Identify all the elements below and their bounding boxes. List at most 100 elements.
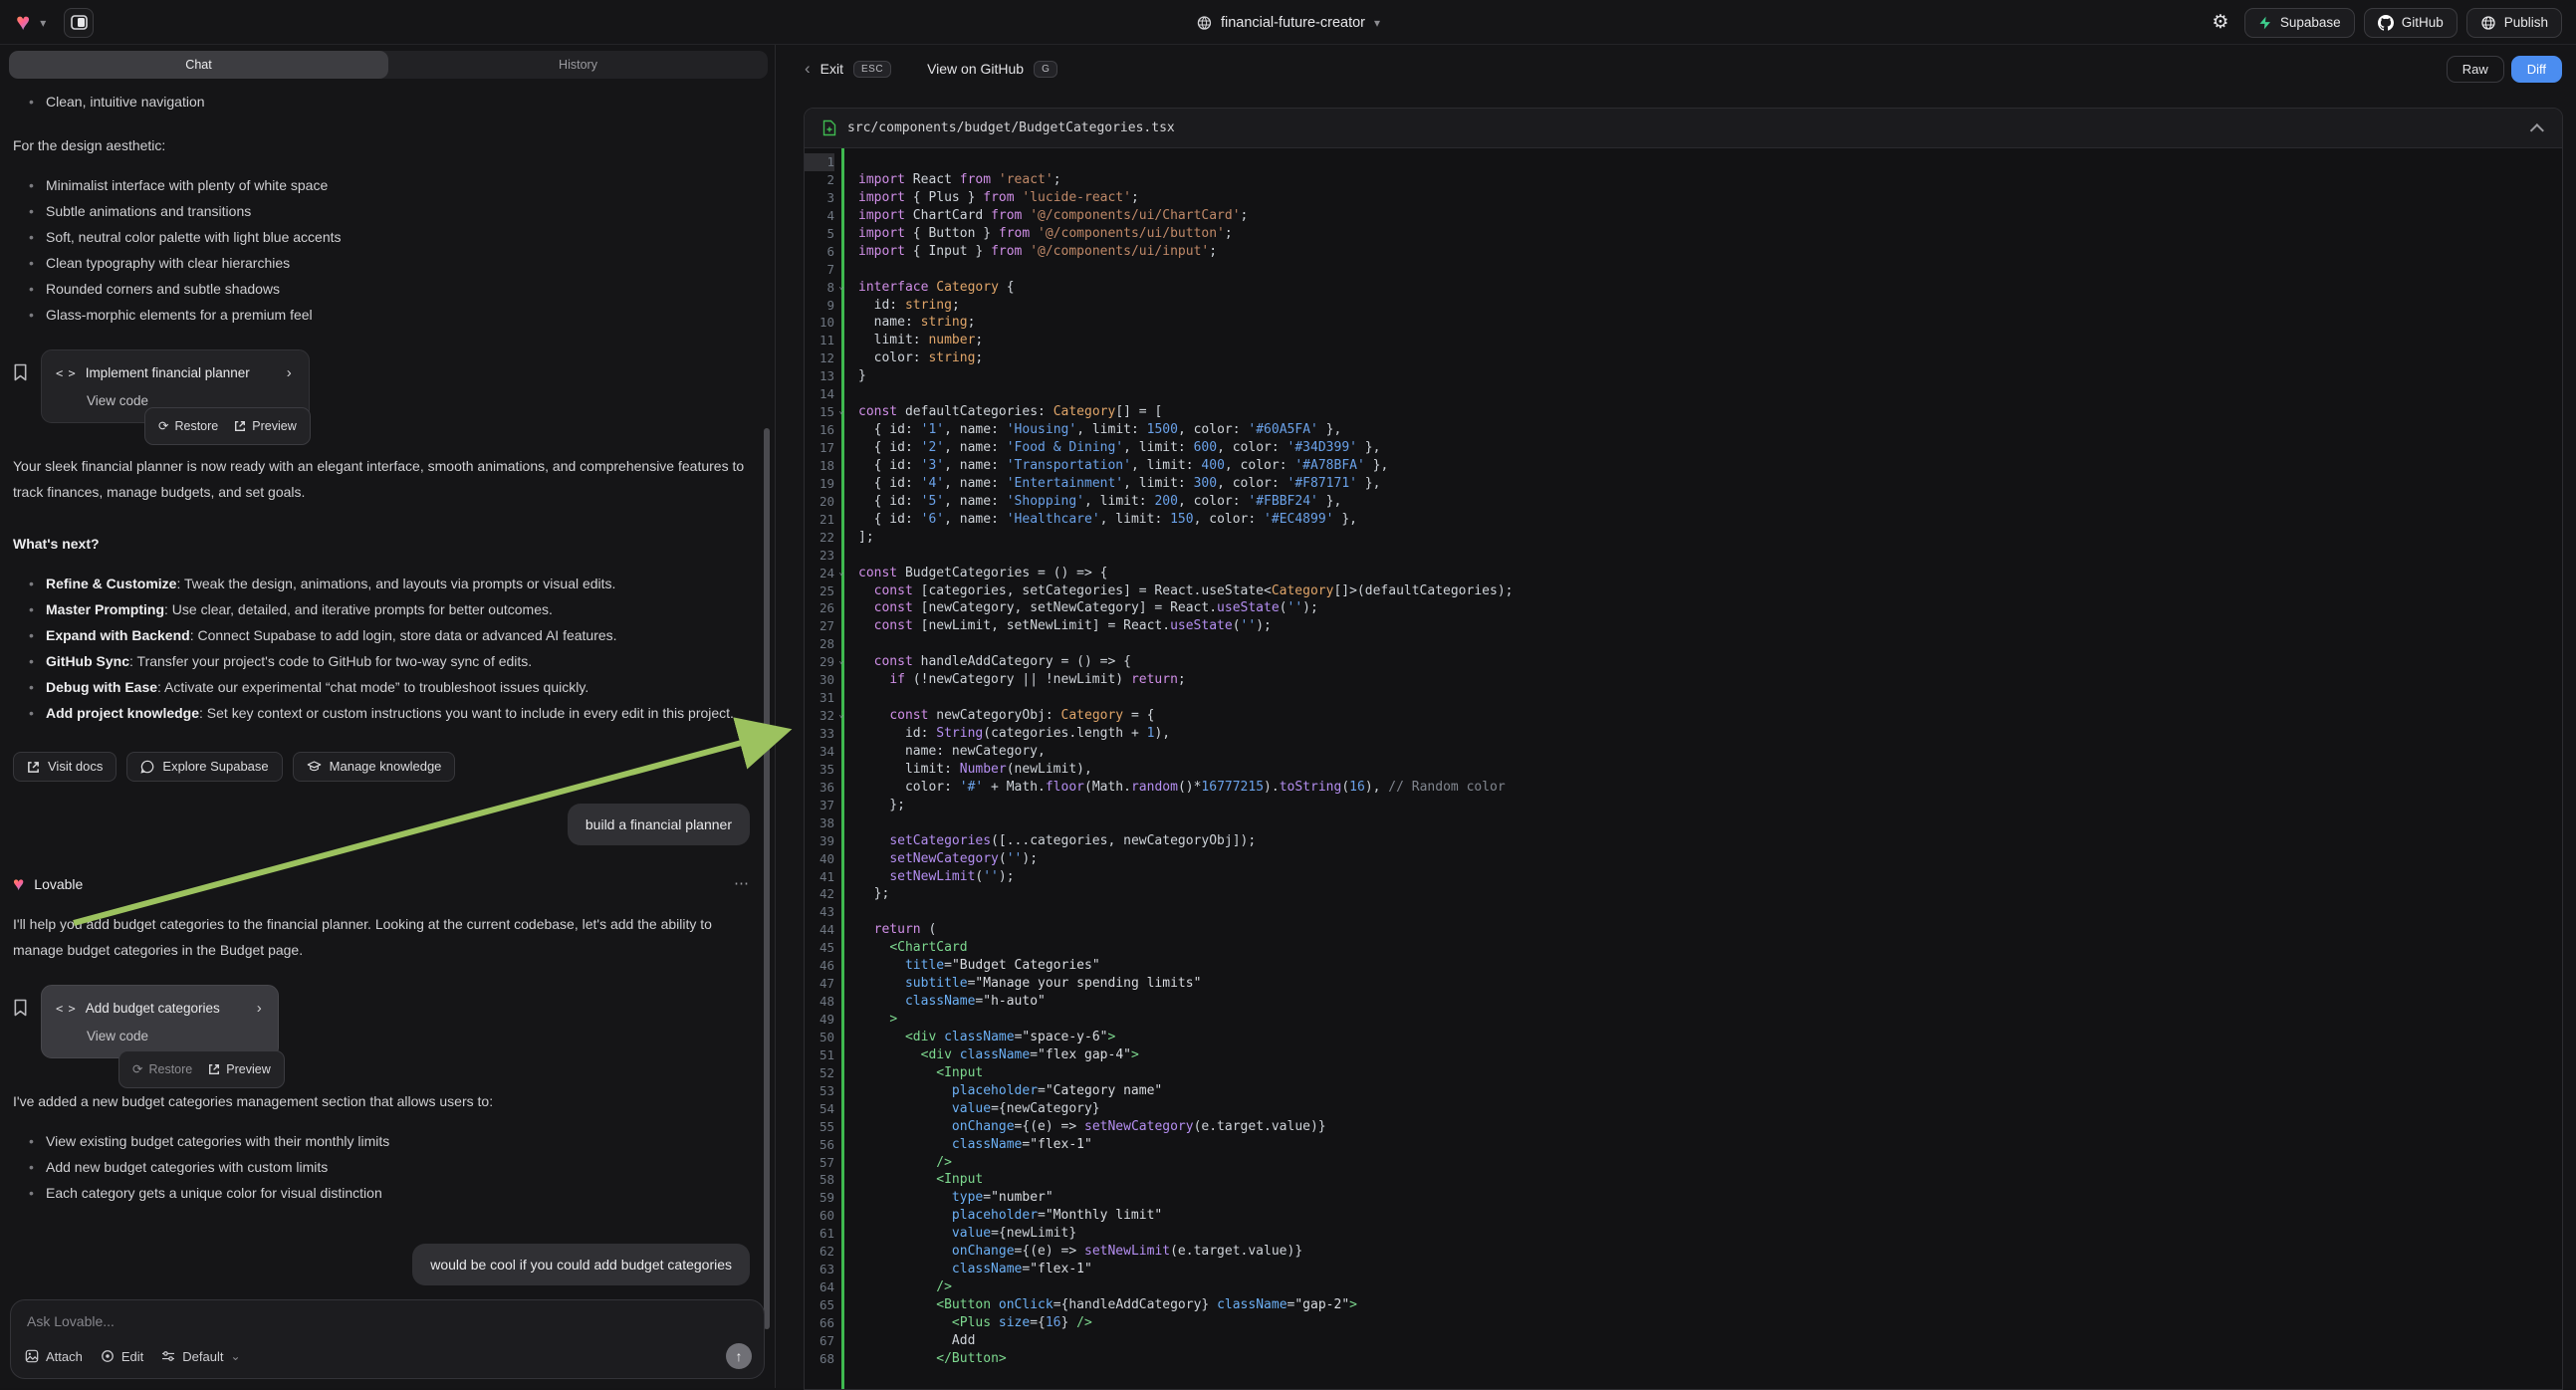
line-number: 18: [805, 457, 834, 475]
tab-history[interactable]: History: [388, 51, 768, 79]
chat-scrollbar[interactable]: [764, 428, 770, 1329]
assistant-header: ♥ Lovable ⋯: [13, 871, 750, 897]
collapse-chevron-icon[interactable]: [2530, 123, 2544, 137]
line-number: 27: [805, 617, 834, 635]
manage-knowledge-button[interactable]: Manage knowledge: [293, 752, 456, 782]
attach-button[interactable]: Attach: [25, 1349, 83, 1364]
code-body: 12import React from 'react';3import { Pl…: [805, 148, 2562, 1389]
code-line: 30 if (!newCategory || !newLimit) return…: [805, 671, 2562, 689]
fold-gutter: [834, 1314, 848, 1332]
code-line: 45 <ChartCard: [805, 939, 2562, 957]
visit-docs-button[interactable]: Visit docs: [13, 752, 117, 782]
graduation-cap-icon: [307, 760, 322, 774]
fold-gutter: [834, 1154, 848, 1172]
fold-chevron-icon[interactable]: ⌄: [834, 403, 848, 421]
code-line: 37 };: [805, 797, 2562, 814]
line-number: 47: [805, 975, 834, 993]
code-line: 19 { id: '4', name: 'Entertainment', lim…: [805, 475, 2562, 493]
code-text: const handleAddCategory = () => {: [848, 653, 1131, 671]
fold-gutter: [834, 1207, 848, 1225]
code-line: 1: [805, 153, 2562, 171]
tab-chat[interactable]: Chat: [9, 51, 388, 79]
code-text: interface Category {: [848, 279, 1015, 297]
file-header[interactable]: src/components/budget/BudgetCategories.t…: [805, 109, 2562, 148]
settings-button[interactable]: ⚙: [2206, 8, 2235, 38]
list-item: Master Prompting: Use clear, detailed, a…: [13, 596, 750, 622]
line-number: 44: [805, 921, 834, 939]
list-item: Refine & Customize: Tweak the design, an…: [13, 571, 750, 596]
code-line: 20 { id: '5', name: 'Shopping', limit: 2…: [805, 493, 2562, 511]
code-text: onChange={(e) => setNewCategory(e.target…: [848, 1118, 1326, 1136]
line-number: 62: [805, 1243, 834, 1261]
restore-preview-pill: ⟳ Restore Preview: [144, 407, 311, 445]
line-number: 57: [805, 1154, 834, 1172]
code-text: const [newLimit, setNewLimit] = React.us…: [848, 617, 1272, 635]
line-number: 2: [805, 171, 834, 189]
sidebar-panel-icon: [71, 15, 88, 30]
code-text: const defaultCategories: Category[] = [: [848, 403, 1162, 421]
restore-button[interactable]: ⟳ Restore: [132, 1056, 192, 1082]
code-text: limit: number;: [848, 332, 983, 349]
supabase-button[interactable]: Supabase: [2244, 8, 2355, 38]
code-text: <Button onClick={handleAddCategory} clas…: [848, 1296, 1357, 1314]
line-number: 13: [805, 367, 834, 385]
restore-button[interactable]: ⟳ Restore: [158, 413, 218, 439]
code-text: <ChartCard: [848, 939, 968, 957]
fold-chevron-icon[interactable]: ⌄: [834, 707, 848, 725]
bookmark-icon[interactable]: [13, 363, 28, 381]
external-link-icon: [208, 1063, 220, 1075]
restore-preview-pill: ⟳ Restore Preview: [118, 1050, 285, 1088]
explore-supabase-button[interactable]: Explore Supabase: [126, 752, 282, 782]
github-button[interactable]: GitHub: [2364, 8, 2458, 38]
view-code-link[interactable]: View code: [56, 1026, 262, 1047]
line-number: 33: [805, 725, 834, 743]
publish-button[interactable]: Publish: [2466, 8, 2562, 38]
code-line: 52 <Input: [805, 1064, 2562, 1082]
raw-toggle-button[interactable]: Raw: [2447, 56, 2504, 83]
line-number: 21: [805, 511, 834, 529]
fold-gutter: [834, 511, 848, 529]
list-item: Each category gets a unique color for vi…: [13, 1180, 750, 1206]
diff-toggle-button[interactable]: Diff: [2511, 56, 2562, 83]
preview-button[interactable]: Preview: [234, 413, 296, 439]
line-number: 38: [805, 814, 834, 832]
fold-gutter: [834, 367, 848, 385]
code-text: subtitle="Manage your spending limits": [848, 975, 1201, 993]
code-line: 39 setCategories([...categories, newCate…: [805, 832, 2562, 850]
code-line: 36 color: '#' + Math.floor(Math.random()…: [805, 779, 2562, 797]
code-text: { id: '4', name: 'Entertainment', limit:…: [848, 475, 1380, 493]
code-line: 55 onChange={(e) => setNewCategory(e.tar…: [805, 1118, 2562, 1136]
exit-button[interactable]: ‹ Exit ESC: [805, 59, 891, 79]
project-switcher[interactable]: financial-future-creator ▾: [1196, 0, 1380, 45]
code-text: { id: '5', name: 'Shopping', limit: 200,…: [848, 493, 1341, 511]
code-text: const BudgetCategories = () => {: [848, 565, 1107, 582]
chat-input[interactable]: [27, 1313, 748, 1329]
preview-button[interactable]: Preview: [208, 1056, 270, 1082]
fold-gutter: [834, 439, 848, 457]
fold-chevron-icon[interactable]: ⌄: [834, 565, 848, 582]
more-options-icon[interactable]: ⋯: [734, 871, 750, 897]
model-selector[interactable]: Default ⌄: [161, 1349, 240, 1364]
fold-chevron-icon[interactable]: ⌄: [834, 653, 848, 671]
send-button[interactable]: ↑: [726, 1343, 752, 1369]
ready-paragraph: Your sleek financial planner is now read…: [13, 453, 750, 505]
line-number: 37: [805, 797, 834, 814]
external-link-icon: [27, 761, 40, 774]
sliders-icon: [161, 1350, 175, 1362]
edit-mode-button[interactable]: Edit: [101, 1349, 143, 1364]
line-number: 8: [805, 279, 834, 297]
line-number: 16: [805, 421, 834, 439]
view-on-github-button[interactable]: View on GitHub G: [927, 61, 1057, 78]
chevron-down-icon[interactable]: ▾: [40, 16, 46, 30]
toggle-sidebar-button[interactable]: [64, 8, 94, 38]
bookmark-icon[interactable]: [13, 999, 28, 1017]
line-number: 68: [805, 1350, 834, 1368]
fold-chevron-icon[interactable]: ⌄: [834, 279, 848, 297]
version-card-add-budget-categories[interactable]: < > Add budget categories › View code: [41, 985, 279, 1058]
code-text: id: string;: [848, 297, 960, 315]
code-text: const [newCategory, setNewCategory] = Re…: [848, 599, 1318, 617]
fold-gutter: [834, 153, 848, 171]
fold-gutter: [834, 939, 848, 957]
lovable-logo-icon[interactable]: ♥: [16, 11, 30, 35]
code-text: color: string;: [848, 349, 983, 367]
